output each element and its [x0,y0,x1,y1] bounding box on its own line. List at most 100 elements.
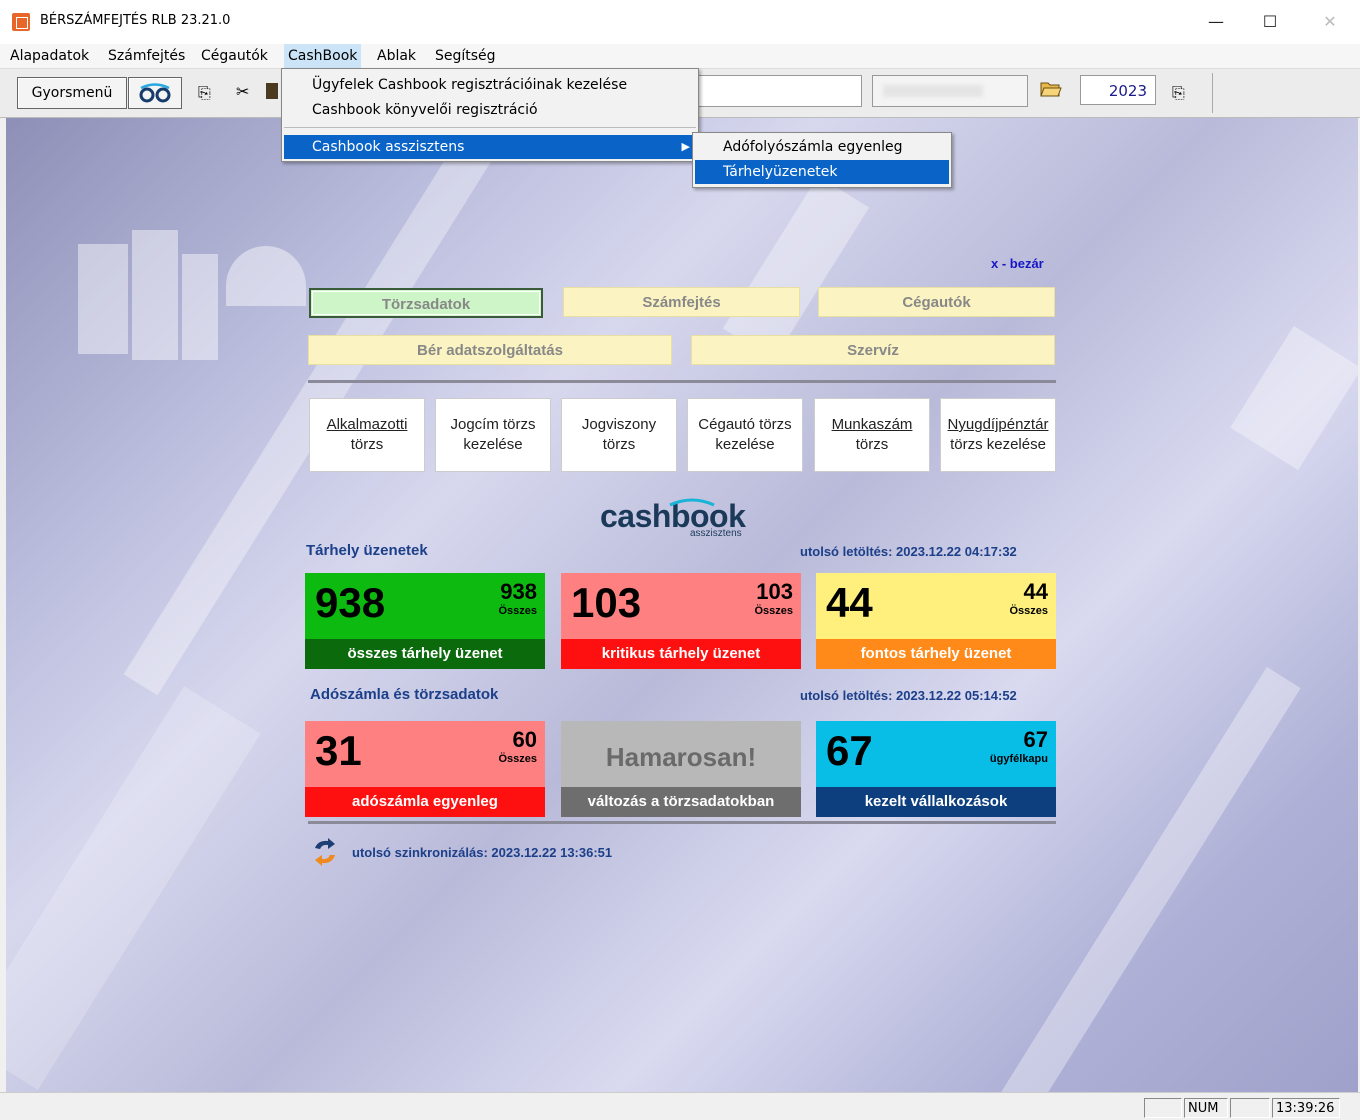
quick-label: kezelése [715,436,775,453]
divider [308,380,1056,383]
toolbar-field-1[interactable] [698,75,862,107]
tile-kezelt-vallalkozasok[interactable]: 67 67 ügyfélkapu kezelt vállalkozások [816,721,1056,817]
tile-adoszamla-egyenleg[interactable]: 31 60 Összes adószámla egyenleg [305,721,545,817]
status-time: 13:39:26 [1272,1098,1340,1118]
tile-count: 103 [571,579,642,626]
menu-item-adofolyoszamla-egyenleg[interactable]: Adófolyószámla egyenleg [695,135,949,159]
paste-icon[interactable] [266,83,278,99]
close-panel-link[interactable]: x - bezár [991,256,1044,271]
bg-streak [6,686,261,1090]
cashbook-asszisztens-submenu: Adófolyószámla egyenleg Tárhelyüzenetek [692,132,952,188]
quick-munkaszam-torzs[interactable]: Munkaszám törzs [814,398,930,472]
nav-ber-adatszolgaltatas[interactable]: Bér adatszolgáltatás [308,335,672,365]
blurred-value [883,85,983,97]
quick-label: Alkalmazotti [326,416,408,433]
menu-segitseg[interactable]: Segítség [435,48,496,64]
status-cell-empty [1230,1098,1270,1118]
section-adoszamla-date: utolsó letöltés: 2023.12.22 05:14:52 [800,688,1017,703]
cashbook-logo-sub: asszisztens [690,528,742,539]
section-tarhely-date: utolsó letöltés: 2023.12.22 04:17:32 [800,544,1017,559]
quick-label: Nyugdíjpénztár [947,416,1049,433]
quick-label: törzs [855,436,889,453]
title-bar: BÉRSZÁMFEJTÉS RLB 23.21.0 — ☐ ✕ [0,0,1360,44]
status-bar: NUM 13:39:26 [0,1092,1360,1120]
tile-coming-soon: Hamarosan! [605,742,757,772]
year-field[interactable]: 2023 [1080,75,1156,105]
tile-total-label: Összes [498,605,537,617]
menu-ablak[interactable]: Ablak [377,48,416,64]
menu-item-ugyfelek-regisztraciok[interactable]: Ügyfelek Cashbook regisztrációinak kezel… [284,73,696,97]
tile-fontos-tarhely[interactable]: 44 44 Összes fontos tárhely üzenet [816,573,1056,669]
tile-label: összes tárhely üzenet [305,639,545,669]
tile-torzsadat-valtozas[interactable]: Hamarosan! változás a törzsadatokban [561,721,801,817]
toolbar-field-2[interactable] [872,75,1028,107]
quick-label: Munkaszám [831,416,913,433]
bg-logo-shape [78,244,128,354]
tile-total-label: Összes [498,753,537,765]
section-tarhely-title: Tárhely üzenetek [306,542,428,559]
menu-cashbook[interactable]: CashBook [284,44,362,68]
tile-kritikus-tarhely[interactable]: 103 103 Összes kritikus tárhely üzenet [561,573,801,669]
quick-label: kezelése [463,436,523,453]
gyorsmenu-button[interactable]: Gyorsmenü [17,77,127,109]
menu-separator [284,127,696,128]
folder-svg [1040,82,1062,97]
window-title: BÉRSZÁMFEJTÉS RLB 23.21.0 [40,13,231,28]
folder-open-icon[interactable] [1040,80,1062,102]
glasses-button[interactable] [128,77,182,109]
quick-label: Jogcím törzs [450,416,536,433]
menu-item-konyveloi-regisztracio[interactable]: Cashbook könyvelői regisztráció [284,98,696,122]
nav-szamfejtes[interactable]: Számfejtés [563,287,800,317]
tile-count: 44 [826,579,873,626]
quick-label: Jogviszony [581,416,657,433]
copy-icon[interactable]: ⎘ [198,83,211,103]
quick-alkalmazotti-torzs[interactable]: Alkalmazotti törzs [309,398,425,472]
sync-icon[interactable] [312,838,338,866]
quick-jogviszony-torzs[interactable]: Jogviszony törzs [561,398,677,472]
quick-jogcim-torzs[interactable]: Jogcím törzs kezelése [435,398,551,472]
tile-total: 938 [500,579,537,604]
nav-torzsadatok[interactable]: Törzsadatok [309,288,543,318]
menu-alapadatok[interactable]: Alapadatok [10,48,89,64]
cashbook-menu: Ügyfelek Cashbook regisztrációinak kezel… [281,68,699,162]
menu-item-cashbook-asszisztens[interactable]: Cashbook asszisztens [284,135,696,159]
quick-nyugdijpenztar-torzs[interactable]: Nyugdíjpénztár törzs kezelése [940,398,1056,472]
last-sync: utolsó szinkronizálás: 2023.12.22 13:36:… [352,845,613,860]
section-adoszamla-title: Adószámla és törzsadatok [310,686,499,703]
menu-bar: Alapadatok Számfejtés Cégautók CashBook … [0,44,1360,69]
quick-cegauto-torzs[interactable]: Cégautó törzs kezelése [687,398,803,472]
tile-label: kritikus tárhely üzenet [561,639,801,669]
bg-streak [1230,325,1358,471]
bg-logo-shape [182,254,218,360]
submenu-arrow-icon: ▶ [681,140,690,153]
maximize-button[interactable]: ☐ [1250,8,1290,36]
tile-total: 103 [756,579,793,604]
tile-total-label: Összes [1009,605,1048,617]
glasses-icon [139,83,171,103]
app-icon [12,13,30,31]
menu-szamfejtes[interactable]: Számfejtés [108,48,185,64]
cashbook-logo-swoosh [669,498,715,507]
tile-count: 67 [826,727,873,774]
toolbar-divider [1212,73,1213,113]
tile-label: fontos tárhely üzenet [816,639,1056,669]
nav-cegautok[interactable]: Cégautók [818,287,1055,317]
nav-szerviz[interactable]: Szervíz [691,335,1055,365]
close-button[interactable]: ✕ [1310,8,1350,36]
tile-count: 938 [315,579,386,626]
tile-total-label: ügyfélkapu [989,753,1048,765]
tile-osszes-tarhely[interactable]: 938 938 Összes összes tárhely üzenet [305,573,545,669]
copy-year-icon[interactable]: ⎘ [1172,83,1185,103]
tile-label: változás a törzsadatokban [561,787,801,817]
divider [308,821,1056,824]
menu-cegautok[interactable]: Cégautók [201,48,268,64]
minimize-button[interactable]: — [1196,8,1236,36]
tile-total: 67 [1023,727,1048,752]
menu-item-tarhelyuzenetek[interactable]: Tárhelyüzenetek [695,160,949,184]
tile-total-label: Összes [754,605,793,617]
cut-icon[interactable]: ✂ [236,82,249,101]
status-num: NUM [1184,1098,1228,1118]
status-cell-empty [1144,1098,1182,1118]
quick-label: törzs kezelése [950,436,1046,453]
bg-streak [722,175,870,361]
